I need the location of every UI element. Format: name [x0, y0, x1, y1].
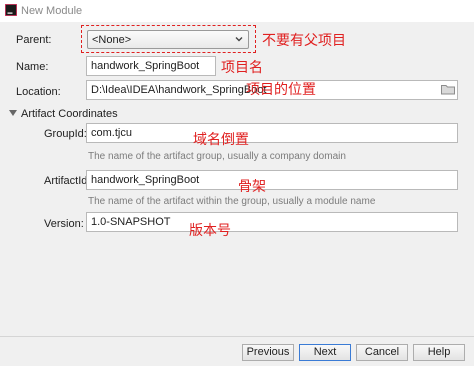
title-bar: New Module	[0, 0, 474, 22]
artifactid-annotation: 骨架	[238, 179, 266, 195]
footer-separator	[0, 336, 474, 337]
parent-annotation: 不要有父项目	[262, 33, 346, 49]
folder-icon[interactable]	[440, 82, 456, 96]
parent-select[interactable]: <None>	[87, 30, 249, 49]
artifactid-hint: The name of the artifact within the grou…	[88, 196, 376, 207]
next-button[interactable]: Next	[299, 344, 351, 361]
intellij-icon	[5, 4, 17, 16]
parent-select-value: <None>	[92, 34, 132, 46]
version-label: Version:	[44, 218, 84, 230]
chevron-down-icon	[235, 37, 243, 42]
name-label: Name:	[16, 61, 49, 73]
groupid-annotation: 域名倒置	[193, 132, 249, 148]
version-field[interactable]: 1.0-SNAPSHOT	[86, 212, 458, 232]
help-button[interactable]: Help	[413, 344, 465, 361]
window-title: New Module	[21, 5, 83, 17]
artifact-section-label: Artifact Coordinates	[21, 108, 118, 120]
groupid-label: GroupId:	[44, 128, 87, 140]
artifactid-label: ArtifactId:	[44, 175, 91, 187]
groupid-hint: The name of the artifact group, usually …	[88, 151, 346, 162]
version-annotation: 版本号	[189, 223, 231, 239]
name-annotation: 项目名	[221, 60, 263, 76]
triangle-down-icon[interactable]	[9, 110, 17, 116]
groupid-field[interactable]: com.tjcu	[86, 123, 458, 143]
location-value: D:\Idea\IDEA\handwork_SpringBoot	[91, 84, 267, 96]
location-annotation: 项目的位置	[246, 82, 316, 98]
previous-button[interactable]: Previous	[242, 344, 294, 361]
location-label: Location:	[16, 86, 61, 98]
artifactid-field[interactable]: handwork_SpringBoot	[86, 170, 458, 190]
name-field[interactable]: handwork_SpringBoot	[86, 56, 216, 76]
parent-label: Parent:	[16, 34, 52, 46]
cancel-button[interactable]: Cancel	[356, 344, 408, 361]
